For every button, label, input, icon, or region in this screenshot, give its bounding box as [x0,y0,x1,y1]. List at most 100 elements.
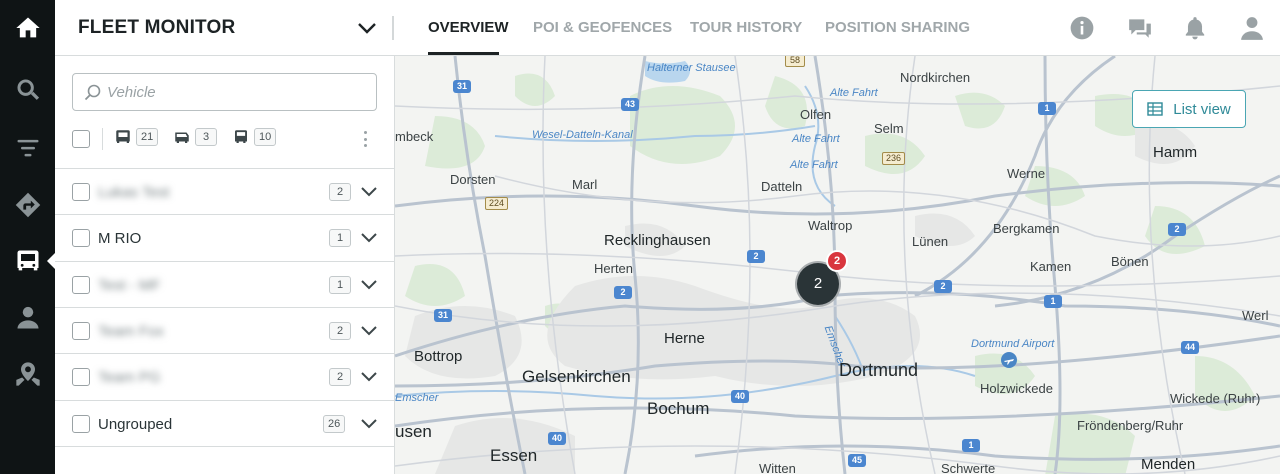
bus-type-filter[interactable]: 21 [114,128,159,146]
expand-chevron-icon[interactable] [359,181,379,201]
home-icon[interactable] [0,5,55,51]
group-row[interactable]: M RIO 1 [55,214,394,260]
group-row[interactable]: Team Fox 2 [55,307,394,353]
truck-type-filter[interactable]: 10 [232,128,277,146]
map-label: Halterner Stausee [647,62,736,74]
tab-poi-geofences[interactable]: POI & GEOFENCES [533,19,672,36]
map-label: Marl [572,177,598,192]
road-number: 58 [785,56,805,67]
motorway-shield: 31 [434,309,452,322]
map-label: Fröndenberg/Ruhr [1077,418,1184,433]
group-checkbox[interactable] [72,276,90,294]
map-label: Witten [759,461,796,474]
header-divider [392,16,394,40]
bus-count-badge: 21 [136,128,159,146]
more-options-icon[interactable] [360,128,370,150]
truck-count-badge: 10 [254,128,277,146]
van-count-badge: 3 [195,128,217,146]
group-count-badge: 1 [329,276,351,294]
expand-chevron-icon[interactable] [359,227,379,247]
left-nav-rail [0,0,56,474]
group-checkbox[interactable] [72,415,90,433]
bell-icon[interactable] [1181,14,1209,42]
map-label: Lünen [912,234,949,249]
group-name: M RIO [98,230,142,247]
group-name: Team PG [98,369,161,386]
group-count-badge: 2 [329,368,351,386]
motorway-shield: 1 [1044,295,1062,308]
group-count-badge: 1 [329,229,351,247]
expand-chevron-icon[interactable] [359,320,379,340]
map-pin-icon[interactable] [0,351,55,397]
chat-icon[interactable] [1126,14,1154,42]
expand-chevron-icon[interactable] [359,366,379,386]
top-header: FLEET MONITOR OVERVIEW POI & GEOFENCES T… [55,0,1280,56]
map-label: Nordkirchen [900,70,971,85]
active-tab-indicator [428,52,499,55]
motorway-shield: 40 [548,432,566,445]
group-checkbox[interactable] [72,183,90,201]
group-checkbox[interactable] [72,229,90,247]
map-label: Gelsenkirchen [522,367,631,386]
van-icon [175,132,189,143]
group-row[interactable]: Lukas Test 2 [55,168,394,214]
motorway-shield: 2 [747,250,765,263]
driver-icon[interactable] [0,295,55,341]
map-view[interactable]: Halterner Stausee Nordkirchen Alte Fahrt… [395,56,1280,474]
group-count-badge: 26 [323,415,346,433]
map-label: Olfen [800,107,832,122]
road-number: 224 [485,197,509,210]
map-label: usen [395,422,432,441]
filter-icon[interactable] [0,125,55,171]
group-row[interactable]: Team PG 2 [55,353,394,399]
vehicle-search[interactable] [72,73,377,111]
user-icon[interactable] [1238,14,1266,42]
motorway-shield: 40 [731,390,749,403]
map-label: Alte Fahrt [792,133,840,145]
van-type-filter[interactable]: 3 [173,128,217,146]
motorway-shield: 2 [1168,223,1186,236]
map-label: Dorsten [450,172,496,187]
tab-position-sharing[interactable]: POSITION SHARING [825,19,970,36]
tab-overview[interactable]: OVERVIEW [428,19,509,36]
map-label: Hamm [1153,144,1198,161]
map-label: Wesel-Datteln-Kanal [532,129,633,141]
motorway-shield: 1 [1038,102,1056,115]
list-view-label: List view [1173,100,1231,118]
map-label: Schwerte [941,461,996,474]
group-count-badge: 2 [329,183,351,201]
motorway-shield: 2 [934,280,952,293]
group-name: Lukas Test [98,184,170,201]
group-checkbox[interactable] [72,322,90,340]
search-input-icon [84,84,101,101]
map-label: Werne [1007,166,1046,181]
list-view-button[interactable]: List view [1132,90,1246,128]
list-end-divider [55,446,394,447]
select-all-checkbox[interactable] [72,130,90,148]
map-label: Emscher [395,392,439,404]
airport-icon [1001,352,1017,368]
map-label: Herten [594,261,634,276]
group-row[interactable]: Ungrouped 26 [55,400,394,446]
motorway-shield: 44 [1181,341,1199,354]
map-label: Datteln [761,179,803,194]
map-label: Holzwickede [980,381,1053,396]
route-icon[interactable] [0,182,55,228]
group-name: Ungrouped [98,416,173,433]
cluster-alert-badge: 2 [826,250,848,272]
map-label: Bochum [647,399,710,418]
tab-tour-history[interactable]: TOUR HISTORY [690,19,802,36]
map-label: Wickede (Ruhr) [1170,391,1261,406]
search-icon[interactable] [0,67,55,113]
bus-icon[interactable] [0,238,56,284]
vehicle-search-input[interactable] [107,74,367,110]
info-icon[interactable] [1068,14,1096,42]
expand-chevron-icon[interactable] [359,274,379,294]
app-switcher-chevron-icon[interactable] [355,16,379,40]
bus-icon [116,130,130,143]
group-row[interactable]: Test - MF 1 [55,261,394,307]
group-checkbox[interactable] [72,368,90,386]
expand-chevron-icon[interactable] [359,413,379,433]
group-count-badge: 2 [329,322,351,340]
map-label: Waltrop [808,218,853,233]
